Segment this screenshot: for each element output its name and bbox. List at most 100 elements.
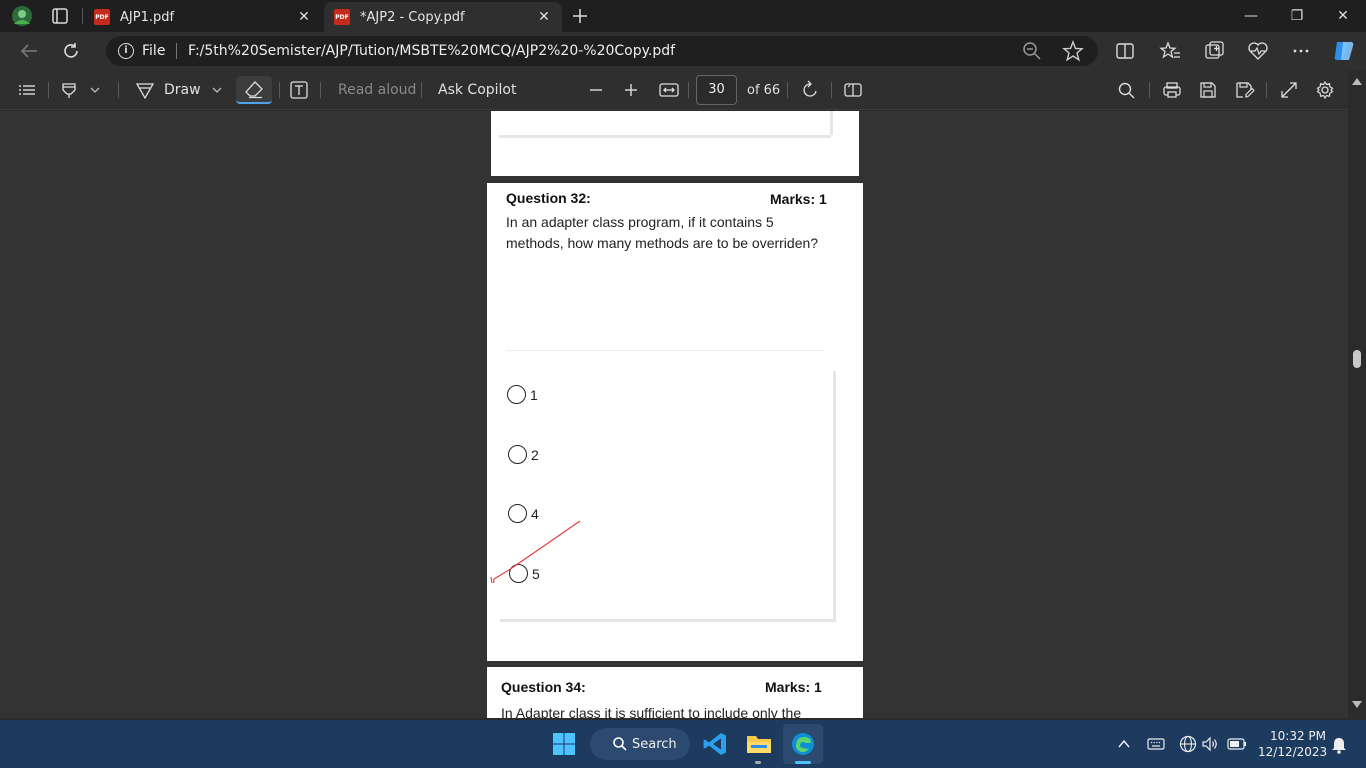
volume-icon[interactable] — [1201, 735, 1219, 753]
url-text[interactable]: F:/5th%20Semister/AJP/Tution/MSBTE%20MCQ… — [188, 43, 675, 59]
arrow-left-icon — [20, 44, 37, 58]
tab-close-button[interactable]: ✕ — [292, 9, 316, 25]
browser-essentials-icon[interactable] — [1247, 40, 1269, 62]
save-as-icon[interactable] — [1233, 76, 1255, 104]
search-icon[interactable] — [1116, 76, 1138, 104]
chevron-up-icon[interactable] — [1117, 737, 1131, 751]
edge-taskbar-button[interactable] — [783, 724, 823, 764]
address-bar[interactable]: i File F:/5th%20Semister/AJP/Tution/MSBT… — [106, 36, 1098, 66]
toolbar-divider — [118, 82, 119, 98]
more-options-icon[interactable] — [1290, 40, 1312, 62]
zoom-in-icon[interactable] — [621, 76, 641, 104]
vertical-scrollbar[interactable] — [1348, 70, 1366, 718]
tab-close-button[interactable]: ✕ — [532, 9, 556, 25]
scroll-up-icon[interactable] — [1352, 78, 1362, 85]
back-button[interactable] — [14, 37, 44, 65]
tab-strip: PDF AJP1.pdf ✕ PDF *AJP2 - Copy.pdf ✕ — … — [0, 0, 1366, 32]
active-indicator — [795, 761, 811, 764]
taskbar-search[interactable]: Search — [590, 728, 690, 760]
tab-ajp1[interactable]: PDF AJP1.pdf ✕ — [84, 2, 322, 32]
copilot-icon[interactable] — [1331, 38, 1357, 64]
option-label: 1 — [530, 386, 538, 403]
print-icon[interactable] — [1161, 76, 1183, 104]
page-number-input[interactable]: 30 — [696, 75, 737, 105]
tab-actions-icon[interactable] — [50, 7, 70, 25]
question-title: Question 32: — [506, 190, 591, 206]
scroll-down-icon[interactable] — [1352, 701, 1362, 708]
tab-title: AJP1.pdf — [120, 9, 175, 25]
star-icon[interactable] — [1062, 40, 1084, 62]
toolbar-divider — [1266, 82, 1267, 98]
split-screen-icon[interactable] — [1114, 40, 1136, 62]
new-tab-button[interactable] — [568, 4, 592, 28]
erase-button[interactable] — [236, 76, 272, 104]
page-frame-line — [830, 111, 833, 135]
toolbar-divider — [787, 82, 788, 98]
info-icon[interactable]: i — [118, 43, 134, 59]
ask-copilot-button[interactable]: Ask Copilot — [438, 76, 517, 104]
page-view-icon[interactable] — [842, 76, 864, 104]
clock-date: 12/12/2023 — [1258, 745, 1328, 759]
divider — [506, 350, 824, 351]
notification-bell-icon[interactable] — [1331, 736, 1347, 754]
save-icon[interactable] — [1197, 76, 1219, 104]
page-frame-line — [499, 135, 831, 138]
settings-gear-icon[interactable] — [1314, 76, 1336, 104]
profile-avatar-icon[interactable] — [8, 4, 36, 28]
radio-button[interactable] — [508, 445, 527, 464]
question-title: Question 34: — [501, 679, 586, 695]
clock[interactable]: 10:32 PM 12/12/2023 — [1258, 728, 1328, 760]
zoom-out-icon[interactable] — [1022, 41, 1042, 61]
tab-divider — [82, 8, 83, 24]
collections-icon[interactable] — [1203, 40, 1225, 62]
highlight-icon[interactable] — [58, 76, 80, 104]
pdf-page-question-34: Question 34: Marks: 1 In Adapter class i… — [487, 667, 863, 718]
file-explorer-icon[interactable] — [745, 731, 773, 757]
search-label: Search — [632, 736, 677, 752]
question-text-line: methods, how many methods are to be over… — [506, 235, 819, 251]
option-1[interactable]: 1 — [507, 385, 538, 404]
page-frame-line — [500, 619, 836, 622]
read-aloud-button[interactable]: Read aloud — [338, 76, 416, 104]
draw-button[interactable]: Draw — [164, 76, 201, 104]
checkmark-annotation-icon — [490, 520, 581, 583]
running-indicator — [755, 761, 761, 764]
pdf-page-previous — [491, 111, 859, 176]
question-text-line: In an adapter class program, if it conta… — [506, 214, 774, 230]
question-text-line: In Adapter class it is sufficient to inc… — [501, 705, 802, 718]
battery-icon[interactable] — [1227, 737, 1247, 751]
refresh-button[interactable] — [56, 37, 86, 65]
add-text-icon[interactable] — [288, 76, 310, 104]
contents-icon[interactable] — [16, 76, 38, 104]
option-label: 2 — [531, 446, 539, 463]
zoom-out-icon[interactable] — [586, 76, 606, 104]
scrollbar-thumb[interactable] — [1353, 350, 1361, 368]
pdf-viewer[interactable]: Question 32: Marks: 1 In an adapter clas… — [0, 111, 1348, 718]
fit-to-width-icon[interactable] — [658, 76, 680, 104]
minimize-button[interactable]: — — [1228, 0, 1274, 32]
address-divider — [176, 43, 177, 59]
chevron-down-icon[interactable] — [210, 76, 224, 104]
chevron-down-icon[interactable] — [88, 76, 102, 104]
tab-ajp2-copy[interactable]: PDF *AJP2 - Copy.pdf ✕ — [324, 2, 562, 32]
eraser-icon — [245, 81, 263, 99]
taskbar: Search 10:32 PM 12/12/2023 — [0, 720, 1366, 768]
draw-icon[interactable] — [134, 76, 156, 104]
vscode-icon[interactable] — [702, 731, 728, 757]
windows-start-icon[interactable] — [552, 732, 576, 756]
restore-button[interactable]: ❐ — [1274, 0, 1320, 32]
option-2[interactable]: 2 — [508, 445, 539, 464]
network-globe-icon[interactable] — [1179, 735, 1197, 753]
pdf-toolbar: Draw Read aloud Ask Copilot 30 of 66 — [0, 70, 1366, 110]
plus-icon — [573, 9, 587, 23]
scheme-label: File — [142, 43, 166, 59]
tab-title: *AJP2 - Copy.pdf — [360, 9, 465, 25]
keyboard-icon[interactable] — [1147, 737, 1165, 751]
window-close-button[interactable]: ✕ — [1320, 0, 1366, 32]
page-total-label: of 66 — [747, 82, 781, 98]
toolbar-divider — [320, 82, 321, 98]
rotate-icon[interactable] — [799, 76, 821, 104]
radio-button[interactable] — [507, 385, 526, 404]
favorites-icon[interactable] — [1159, 40, 1181, 62]
fullscreen-icon[interactable] — [1278, 76, 1300, 104]
